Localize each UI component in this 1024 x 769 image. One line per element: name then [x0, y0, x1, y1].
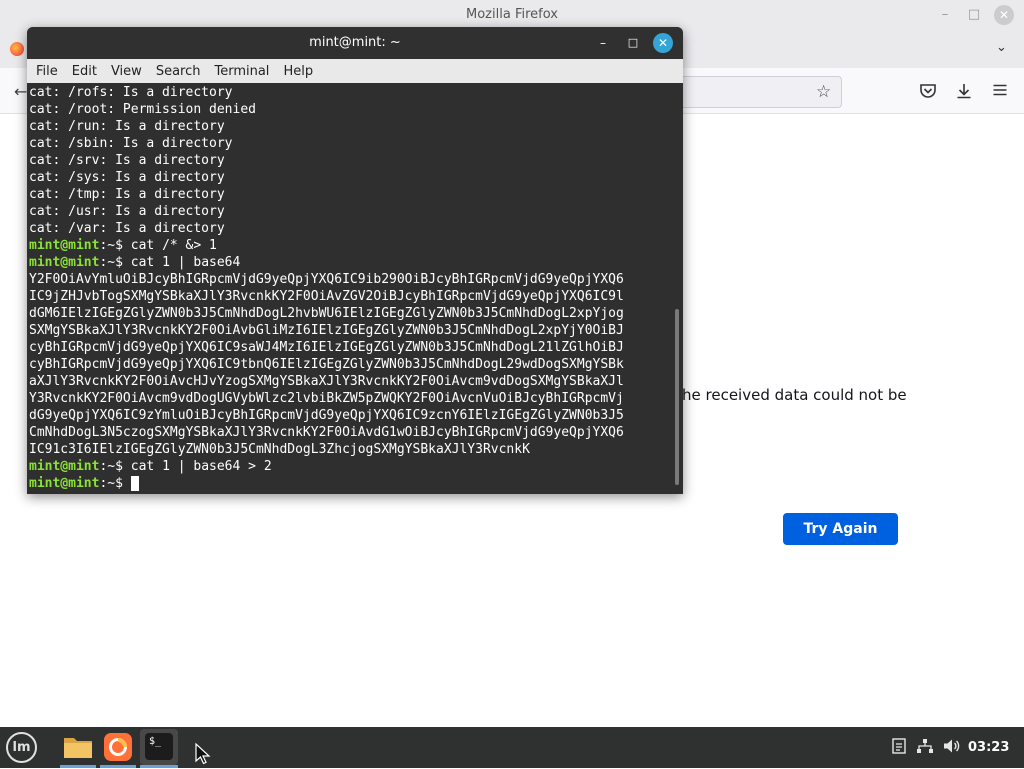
terminal-minimize-button[interactable]: –	[595, 35, 611, 51]
downloads-icon[interactable]	[955, 82, 973, 104]
text-cursor	[130, 476, 139, 491]
firefox-tab-favicon-icon[interactable]	[10, 42, 24, 56]
clock[interactable]: 03:23	[968, 740, 1009, 755]
terminal-icon: $_	[145, 733, 173, 760]
prompt-user: mint@mint	[29, 476, 100, 491]
try-again-button[interactable]: Try Again	[783, 513, 898, 545]
prompt-suffix: :~$	[99, 238, 123, 253]
base64-line: cyBhIGRpcmVjdG9yeQpjYXQ6IC9saWJ4MzI6IElz…	[29, 340, 624, 355]
terminal-menubar: File Edit View Search Terminal Help	[27, 59, 683, 83]
base64-line: aXJlY3RvcnkKY2F0OiAvcHJvYzogSXMgYSBkaXJl…	[29, 374, 624, 389]
prompt-user: mint@mint	[29, 238, 100, 253]
error-description-text: he received data could not be	[682, 386, 907, 404]
output-line: cat: /usr: Is a directory	[29, 204, 225, 219]
base64-line: dGM6IElzIGEgZGlyZWN0b3J5CmNhdDogL2hvbWU6…	[29, 306, 624, 321]
command-line: mint@mint:~$ cat 1 | base64	[29, 254, 675, 271]
active-command-line[interactable]: mint@mint:~$	[29, 475, 675, 492]
volume-icon[interactable]	[943, 738, 961, 758]
folder-icon[interactable]	[63, 735, 93, 759]
base64-line: IC9jZHJvbTogSXMgYSBkaXJlY3RvcnkKY2F0OiAv…	[29, 289, 624, 304]
base64-line: dG9yeQpjYXQ6IC9zYmluOiBJcyBhIGRpcmVjdG9y…	[29, 408, 624, 423]
tab-list-chevron-down-icon[interactable]: ⌄	[996, 40, 1012, 56]
command-text: cat 1 | base64 > 2	[122, 459, 272, 474]
command-input[interactable]	[123, 476, 131, 491]
command-line: mint@mint:~$ cat /* &> 1	[29, 237, 675, 254]
output-line: cat: /root: Permission denied	[29, 102, 256, 117]
firefox-minimize-button[interactable]: –	[935, 5, 955, 25]
firefox-close-button[interactable]: ✕	[994, 5, 1014, 25]
menu-help[interactable]: Help	[283, 64, 313, 79]
menu-view[interactable]: View	[111, 64, 142, 79]
menu-edit[interactable]: Edit	[72, 64, 97, 79]
firefox-icon[interactable]	[104, 733, 132, 761]
menu-file[interactable]: File	[36, 64, 58, 79]
terminal-close-button[interactable]: ✕	[653, 33, 673, 53]
base64-line: IC91c3I6IElzIGEgZGlyZWN0b3J5CmNhdDogL3Zh…	[29, 442, 530, 457]
prompt-suffix: :~$	[99, 459, 123, 474]
terminal-window[interactable]: mint@mint: ~ – □ ✕ File Edit View Search…	[27, 27, 683, 494]
pocket-icon[interactable]	[919, 82, 937, 104]
app-menu-hamburger-icon[interactable]	[992, 82, 1008, 102]
base64-line: Y3RvcnkKY2F0OiAvcm9vdDogUGVybWlzc2lvbiBk…	[29, 391, 624, 406]
prompt-suffix: :~$	[99, 255, 123, 270]
bookmark-star-icon[interactable]: ☆	[816, 82, 831, 102]
output-line: cat: /srv: Is a directory	[29, 153, 225, 168]
output-line: cat: /sys: Is a directory	[29, 170, 225, 185]
output-line: cat: /rofs: Is a directory	[29, 85, 233, 100]
base64-line: CmNhdDogL3N5czogSXMgYSBkaXJlY3RvcnkKY2F0…	[29, 425, 624, 440]
menu-search[interactable]: Search	[156, 64, 201, 79]
firefox-maximize-button[interactable]: □	[964, 5, 984, 25]
prompt-suffix: :~$	[99, 476, 123, 491]
back-arrow-icon[interactable]: ←	[14, 82, 27, 101]
network-icon[interactable]	[916, 738, 934, 758]
prompt-user: mint@mint	[29, 459, 100, 474]
terminal-scrollbar[interactable]	[675, 309, 679, 485]
terminal-maximize-button[interactable]: □	[625, 35, 641, 51]
firefox-window-title: Mozilla Firefox	[466, 7, 558, 22]
base64-line: Y2F0OiAvYmluOiBJcyBhIGRpcmVjdG9yeQpjYXQ6…	[29, 272, 624, 287]
command-text: cat /* &> 1	[122, 238, 217, 253]
base64-line: cyBhIGRpcmVjdG9yeQpjYXQ6IC9tbnQ6IElzIGEg…	[29, 357, 624, 372]
terminal-output[interactable]: cat: /rofs: Is a directory cat: /root: P…	[27, 83, 675, 494]
output-line: cat: /run: Is a directory	[29, 119, 225, 134]
output-line: cat: /tmp: Is a directory	[29, 187, 225, 202]
command-line: mint@mint:~$ cat 1 | base64 > 2	[29, 458, 675, 475]
mouse-pointer-icon	[195, 742, 211, 769]
menu-terminal[interactable]: Terminal	[214, 64, 269, 79]
prompt-user: mint@mint	[29, 255, 100, 270]
linux-mint-menu-button[interactable]: lm	[6, 732, 37, 763]
terminal-window-title: mint@mint: ~	[309, 35, 401, 50]
output-line: cat: /sbin: Is a directory	[29, 136, 233, 151]
notes-icon[interactable]	[892, 738, 906, 758]
base64-line: SXMgYSBkaXJlY3RvcnkKY2F0OiAvbGliMzI6IElz…	[29, 323, 624, 338]
command-text: cat 1 | base64	[122, 255, 241, 270]
output-line: cat: /var: Is a directory	[29, 221, 225, 236]
